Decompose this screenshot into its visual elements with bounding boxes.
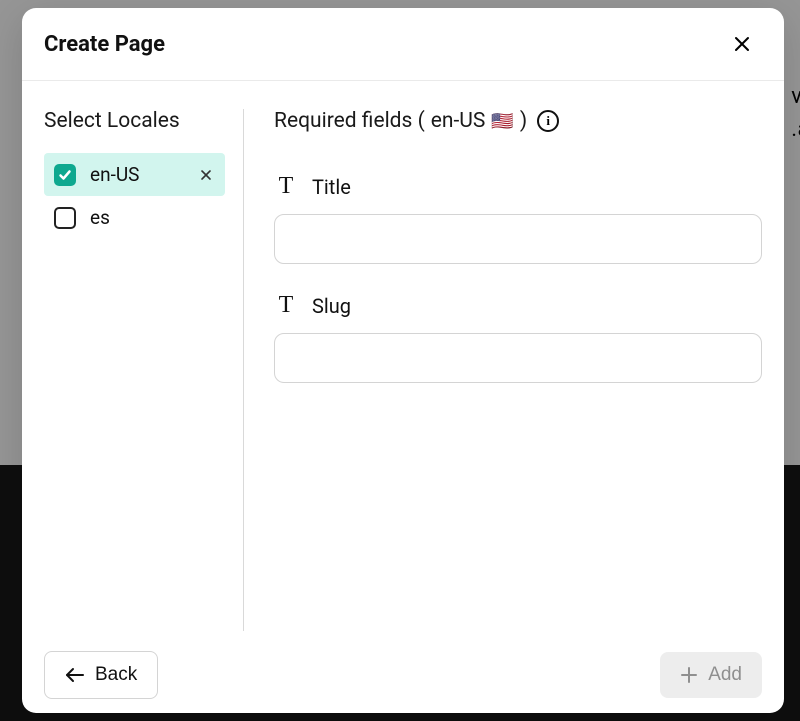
field-label-row: T Slug [274,292,762,319]
required-fields-heading: Required fields (en-US 🇺🇸) i [274,109,762,133]
locale-checkbox[interactable] [54,207,76,229]
text-type-icon: T [274,292,298,319]
locale-item-en-us[interactable]: en-US [44,153,225,196]
locale-label: es [90,206,110,229]
locale-checkbox[interactable] [54,164,76,186]
modal-header: Create Page [22,8,784,81]
modal-title: Create Page [44,32,165,57]
slug-input[interactable] [274,333,762,383]
flag-icon: 🇺🇸 [491,111,513,132]
close-icon [732,34,752,54]
locale-item-es[interactable]: es [44,196,225,239]
title-input[interactable] [274,214,762,264]
plus-icon [680,666,698,684]
required-heading-prefix: Required fields ( [274,109,425,133]
field-label-row: T Title [274,173,762,200]
modal-body: Select Locales en-US es Required fields … [22,81,784,641]
info-button[interactable]: i [537,110,559,132]
required-heading-suffix: ) [520,109,527,133]
check-icon [58,168,72,182]
field-group-title: T Title [274,173,762,264]
required-heading-locale: en-US [431,109,486,133]
create-page-modal: Create Page Select Locales en-US es [22,8,784,713]
close-button[interactable] [728,30,756,58]
text-type-icon: T [274,173,298,200]
field-label: Title [312,175,351,199]
background-obscured-text: v.a [791,80,800,146]
field-label: Slug [312,294,351,318]
locale-label: en-US [90,163,139,186]
arrow-left-icon [65,667,85,683]
x-icon [200,169,212,181]
modal-footer: Back Add [22,641,784,713]
back-button[interactable]: Back [44,651,158,699]
locales-pane: Select Locales en-US es [44,109,244,631]
back-button-label: Back [95,664,137,686]
fields-pane: Required fields (en-US 🇺🇸) i T Title T S… [244,109,762,631]
add-button[interactable]: Add [660,652,762,698]
field-group-slug: T Slug [274,292,762,383]
info-icon: i [546,113,550,129]
locale-remove-button[interactable] [197,166,215,184]
add-button-label: Add [708,664,742,686]
locales-heading: Select Locales [44,109,225,133]
